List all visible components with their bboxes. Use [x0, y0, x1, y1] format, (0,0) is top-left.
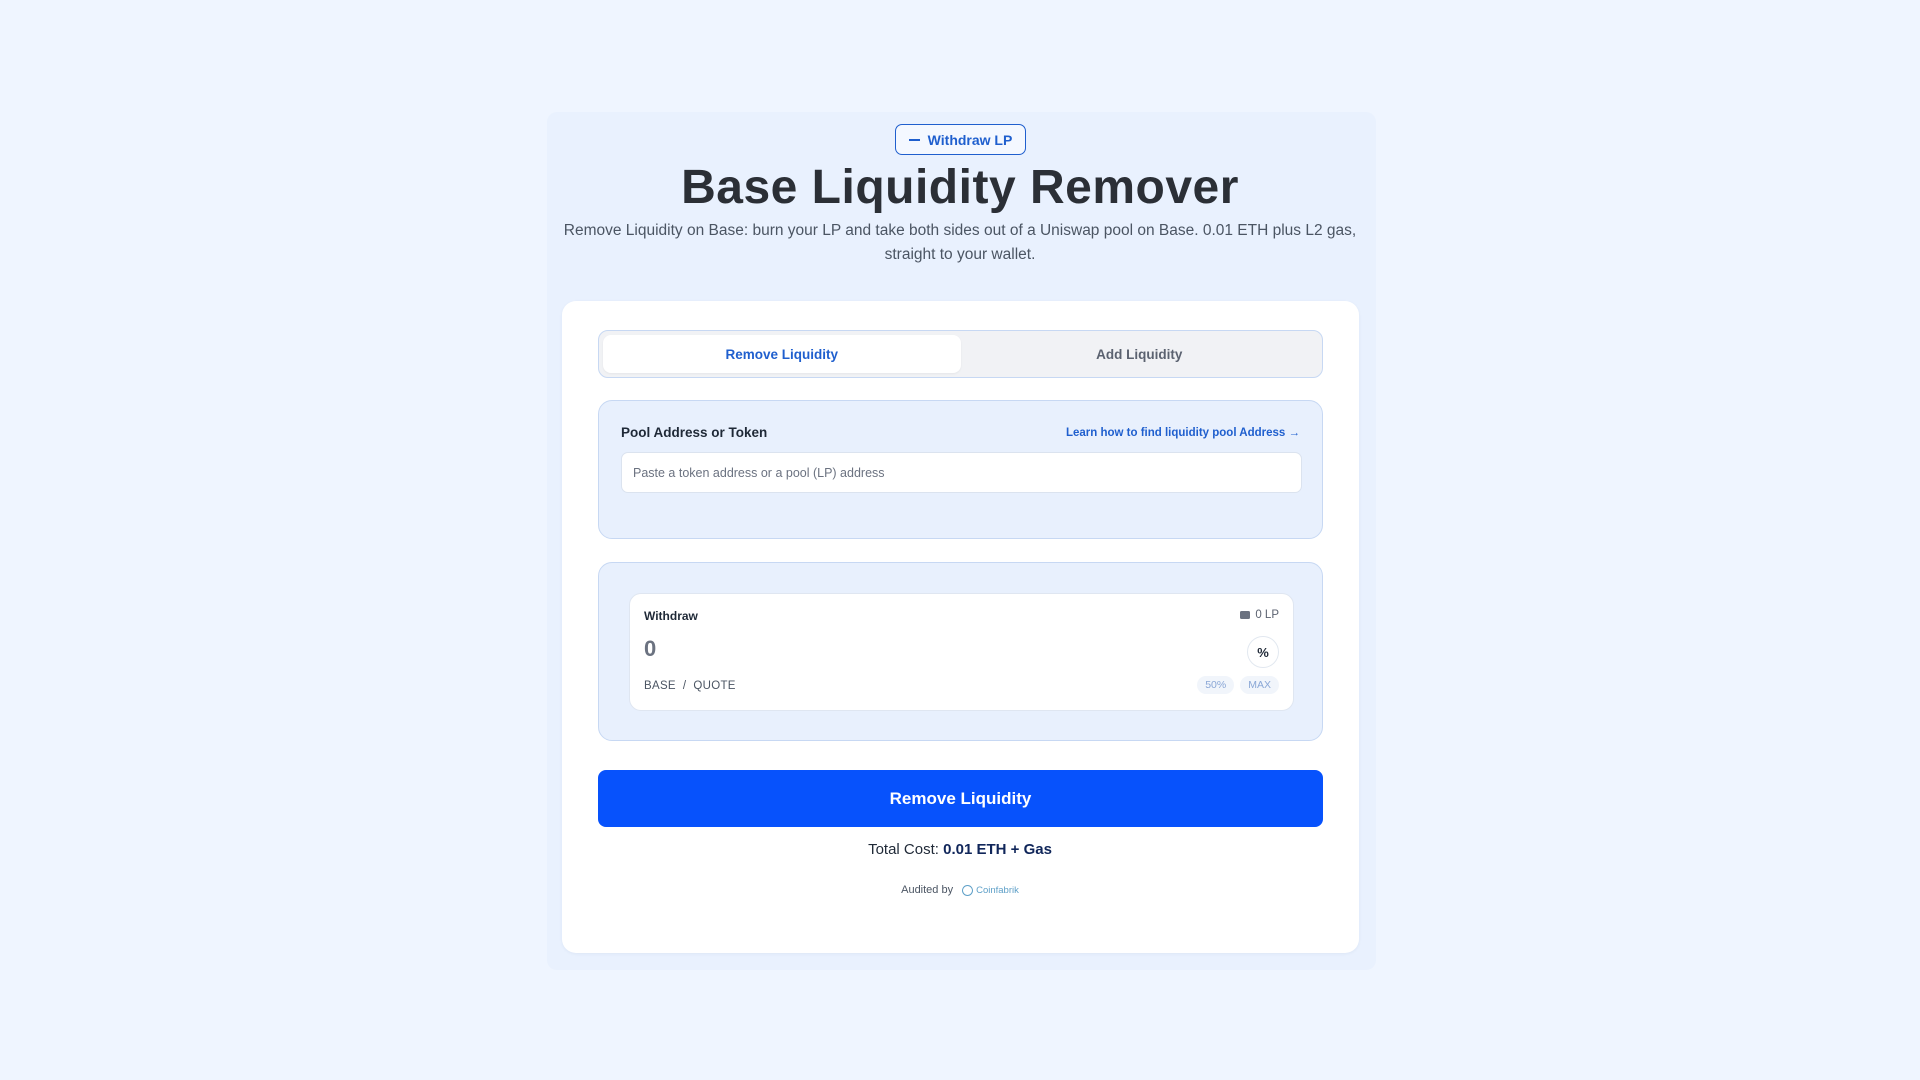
pool-address-input[interactable]	[621, 452, 1302, 493]
auditor-brand: Coinfabrik	[962, 884, 1019, 896]
fifty-percent-button[interactable]: 50%	[1197, 676, 1235, 694]
lp-balance-value: 0 LP	[1255, 609, 1279, 621]
pool-address-label: Pool Address or Token	[621, 425, 768, 440]
withdraw-lp-badge: Withdraw LP	[895, 124, 1026, 155]
total-cost-value: 0.01 ETH + Gas	[943, 841, 1052, 858]
max-button[interactable]: MAX	[1240, 676, 1279, 694]
withdraw-label: Withdraw	[644, 609, 698, 623]
remove-liquidity-button[interactable]: Remove Liquidity	[598, 770, 1323, 827]
withdraw-amount-input[interactable]	[644, 636, 944, 662]
badge-label: Withdraw LP	[927, 131, 1013, 148]
quick-amount-options: 50% MAX	[1197, 676, 1279, 694]
minus-icon	[908, 138, 920, 141]
percent-button[interactable]: %	[1247, 636, 1279, 668]
pool-address-section: Pool Address or Token Learn how to find …	[598, 400, 1323, 539]
withdraw-panel: Withdraw 0 LP % BASE / QUOTE 50% MAX	[629, 593, 1294, 711]
tab-add-liquidity[interactable]: Add Liquidity	[961, 335, 1319, 373]
mode-tabs: Remove Liquidity Add Liquidity	[598, 330, 1323, 378]
page-title: Base Liquidity Remover	[681, 161, 1239, 214]
total-cost-label: Total Cost:	[868, 841, 939, 858]
coinfabrik-logo-icon	[962, 884, 974, 896]
audit-info: Audited by Coinfabrik	[0, 884, 1920, 896]
auditor-name: Coinfabrik	[976, 884, 1019, 896]
token-pair-label: BASE / QUOTE	[644, 680, 736, 692]
lp-balance: 0 LP	[1240, 609, 1279, 621]
audited-by-label: Audited by	[901, 884, 954, 896]
wallet-icon	[1240, 611, 1251, 619]
total-cost: Total Cost: 0.01 ETH + Gas	[0, 841, 1920, 858]
tab-remove-liquidity[interactable]: Remove Liquidity	[603, 335, 961, 373]
learn-pool-address-link[interactable]: Learn how to find liquidity pool Address…	[1066, 427, 1300, 439]
withdraw-section: Withdraw 0 LP % BASE / QUOTE 50% MAX	[598, 562, 1323, 741]
page-subtitle: Remove Liquidity on Base: burn your LP a…	[563, 222, 1357, 263]
